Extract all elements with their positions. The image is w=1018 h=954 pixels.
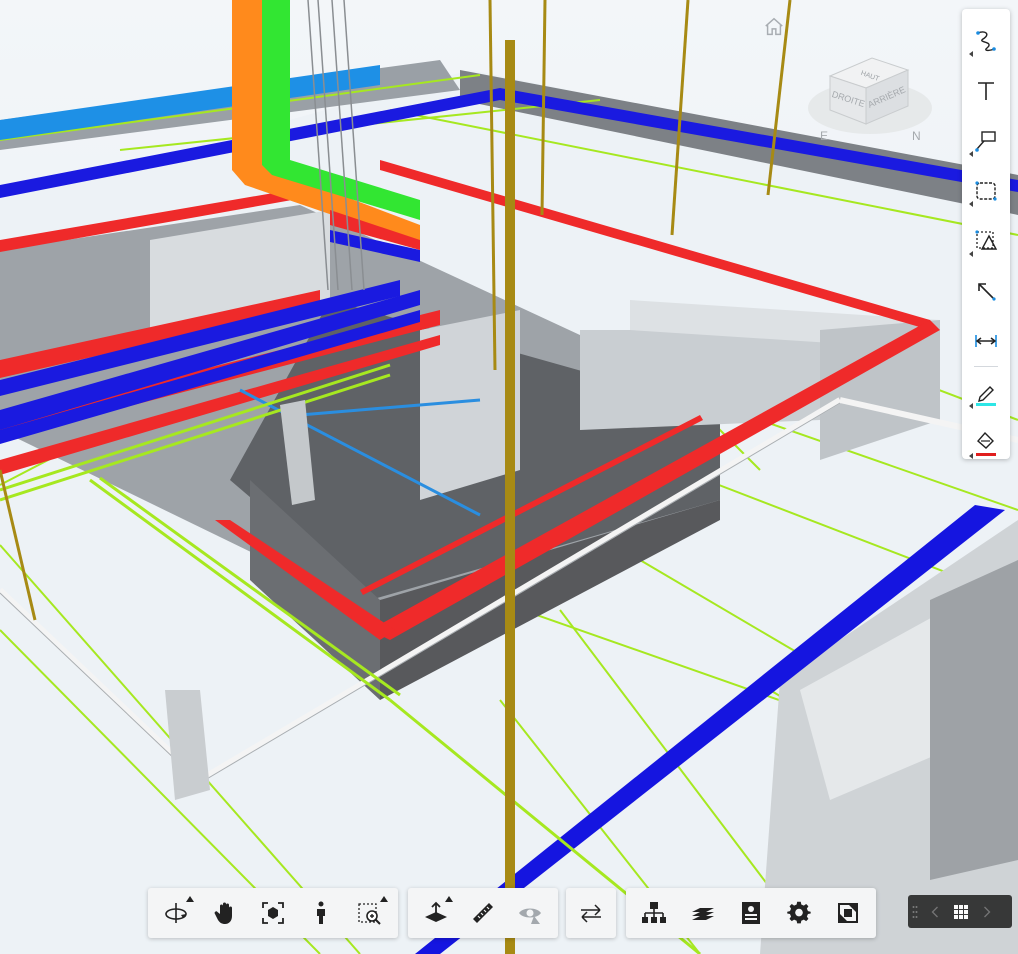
pan-button[interactable] <box>200 888 248 938</box>
fill-color-button[interactable] <box>966 423 1006 463</box>
zoom-window-button[interactable] <box>346 888 394 938</box>
orbit-flyout-caret <box>186 896 195 902</box>
pen-color-button[interactable] <box>966 373 1006 413</box>
section-plane-button[interactable] <box>412 888 459 938</box>
sheet-nav-panel <box>908 895 1012 928</box>
grip-icon <box>912 905 918 918</box>
callout-flyout-caret <box>969 151 973 157</box>
home-button[interactable] <box>763 16 785 38</box>
cloud-flyout-caret <box>969 201 973 207</box>
arrow-icon <box>978 283 996 301</box>
explode-icon <box>519 908 542 924</box>
compare-button[interactable] <box>566 888 616 938</box>
freehand-button[interactable] <box>966 21 1006 61</box>
measure-button[interactable] <box>459 888 506 938</box>
fill-color-flyout-caret <box>969 453 973 459</box>
next-button[interactable] <box>974 895 1000 928</box>
dimension-button[interactable] <box>966 321 1006 361</box>
text-button[interactable] <box>966 71 1006 111</box>
settings-button[interactable] <box>775 888 823 938</box>
fullscreen-button[interactable] <box>824 888 872 938</box>
pen-color-flyout-caret <box>969 403 973 409</box>
compare-icon <box>581 904 601 923</box>
dimension-icon <box>975 335 997 347</box>
first-person-icon <box>317 901 326 924</box>
callout-icon <box>975 131 996 152</box>
compass-north: N <box>912 129 921 143</box>
previous-icon <box>931 906 938 917</box>
properties-icon <box>742 902 761 924</box>
analysis-toolbar <box>408 888 558 938</box>
model-browser-icon <box>642 902 667 923</box>
cloud-icon <box>975 181 997 201</box>
section-flyout-caret <box>445 896 454 902</box>
fit-to-view-icon <box>262 902 284 924</box>
next-icon <box>984 906 991 917</box>
markup-separator <box>974 366 998 367</box>
compare-toolbar <box>566 888 616 938</box>
section-plane-icon <box>424 901 447 922</box>
pen-color-icon <box>976 386 996 406</box>
layers-button[interactable] <box>678 888 726 938</box>
navigation-toolbar <box>148 888 398 938</box>
grid-button[interactable] <box>948 895 974 928</box>
arrow-button[interactable] <box>966 271 1006 311</box>
zoom-flyout-caret <box>380 896 389 902</box>
home-icon <box>765 17 783 36</box>
fullscreen-icon <box>837 903 858 923</box>
grip-handle[interactable] <box>908 895 922 928</box>
layers-icon <box>691 908 714 920</box>
settings-toolbar <box>626 888 876 938</box>
grid-icon <box>954 904 968 919</box>
polygon-button[interactable] <box>966 221 1006 261</box>
orbit-button[interactable] <box>152 888 200 938</box>
previous-button[interactable] <box>922 895 948 928</box>
pan-icon <box>214 902 232 924</box>
measure-icon <box>472 903 493 923</box>
explode-button[interactable] <box>507 888 554 938</box>
callout-button[interactable] <box>966 121 1006 161</box>
model-browser-button[interactable] <box>630 888 678 938</box>
freehand-flyout-caret <box>969 51 973 57</box>
zoom-window-icon <box>358 903 381 925</box>
view-cube[interactable]: HAUT DROITE ARRIÈRE E N <box>800 36 940 146</box>
freehand-icon <box>976 31 996 52</box>
fill-color-icon <box>976 431 996 456</box>
cloud-button[interactable] <box>966 171 1006 211</box>
markup-toolbar <box>962 9 1010 459</box>
orbit-icon <box>165 903 188 923</box>
compass-east: E <box>820 129 828 143</box>
settings-icon <box>787 901 812 924</box>
fit-to-view-button[interactable] <box>249 888 297 938</box>
properties-button[interactable] <box>727 888 775 938</box>
polygon-flyout-caret <box>969 251 973 257</box>
first-person-button[interactable] <box>297 888 345 938</box>
polygon-icon <box>975 230 998 250</box>
text-icon <box>978 82 994 100</box>
